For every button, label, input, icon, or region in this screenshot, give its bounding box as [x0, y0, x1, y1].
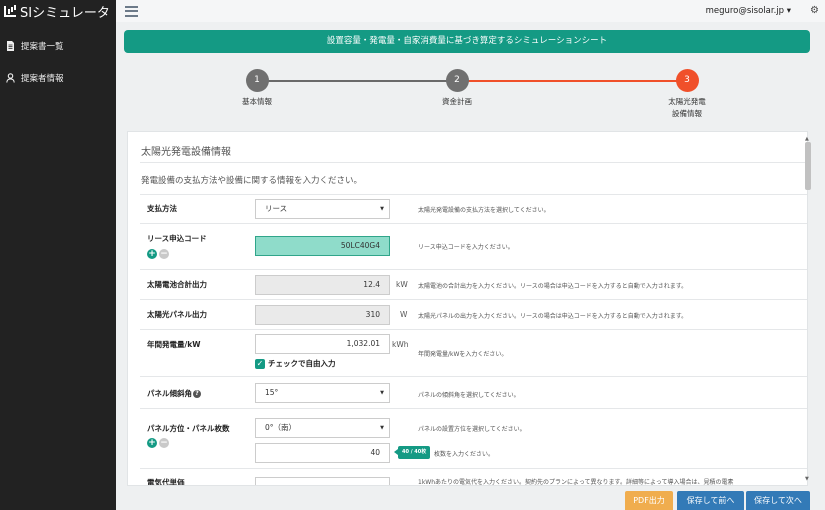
divider — [140, 376, 807, 377]
step-2[interactable]: 2 資金計画 — [392, 69, 522, 108]
document-icon — [7, 41, 14, 51]
annual-help: 年間発電量/kWを入力ください。 — [418, 351, 508, 358]
unit-price-help: 1kWhあたりの電気代を入力ください。契約先のプランによって異なります。詳細等に… — [418, 479, 734, 486]
tilt-select[interactable]: 15° ▼ — [255, 383, 390, 403]
chart-logo-icon — [4, 5, 16, 17]
app-title: SIシミュレータ — [20, 5, 110, 21]
step-label: 資金計画 — [442, 97, 472, 106]
azimuth-label: パネル方位・パネル枚数 — [147, 424, 230, 433]
check-icon: ✓ — [255, 358, 265, 369]
caret-down-icon: ▼ — [380, 390, 384, 396]
caret-down-icon: ▼ — [380, 206, 384, 212]
battery-label: 太陽電池合計出力 — [147, 280, 207, 289]
top-bar: meguro@sisolar.jp ▾ ⚙ — [116, 0, 825, 22]
step-label: 太陽光発電 — [668, 97, 706, 106]
pdf-export-button[interactable]: PDF出力 — [625, 491, 673, 510]
panel-count-badge: 40 / 40枚 — [393, 446, 431, 459]
scrollbar-thumb[interactable] — [805, 142, 811, 190]
divider — [140, 194, 807, 195]
step-1[interactable]: 1 基本情報 — [192, 69, 322, 108]
step-label: 基本情報 — [242, 97, 272, 106]
sidebar-item-label: 提案書一覧 — [21, 42, 64, 52]
azimuth-select[interactable]: 0°（南） ▼ — [255, 418, 390, 438]
battery-help: 太陽電池の合計出力を入力ください。リースの場合は申込コードを入力すると自動で入力… — [418, 283, 688, 290]
stepper: 1 基本情報 2 資金計画 3 太陽光発電 設備情報 — [116, 60, 825, 124]
panel-count-input[interactable]: 40 — [255, 443, 390, 463]
annual-generation-input[interactable]: 1,032.01 — [255, 334, 390, 354]
azimuth-value: 0°（南） — [265, 423, 297, 432]
save-prev-button[interactable]: 保存して前へ — [677, 491, 744, 510]
scroll-down-icon[interactable]: ▼ — [805, 476, 809, 482]
battery-unit: kW — [396, 280, 408, 289]
panel-output-unit: W — [400, 310, 408, 319]
annual-unit: kWh — [392, 340, 409, 349]
tilt-value: 15° — [265, 388, 279, 397]
panel-output-help: 太陽光パネルの出力を入力ください。リースの場合は申込コードを入力すると自動で入力… — [418, 313, 688, 320]
panel-output-label: 太陽光パネル出力 — [147, 310, 207, 319]
tilt-help: パネルの傾斜角を選択してください。 — [418, 392, 520, 399]
lease-code-controls: + − — [147, 249, 169, 259]
payment-select[interactable]: リース ▼ — [255, 199, 390, 219]
azimuth-help: パネルの設置方位を選択してください。 — [418, 426, 526, 433]
divider — [140, 329, 807, 330]
scrollbar[interactable]: ▲ ▼ — [804, 134, 812, 484]
sidebar-item-proposals[interactable]: 提案書一覧 — [0, 36, 116, 56]
form-card: 太陽光発電設備情報 発電設備の支払方法や設備に関する情報を入力ください。 支払方… — [127, 131, 808, 486]
divider — [140, 408, 807, 409]
app-brand[interactable]: SIシミュレータ — [0, 0, 116, 22]
sidebar: SIシミュレータ 提案書一覧 提案者情報 — [0, 0, 116, 510]
step-number: 3 — [675, 69, 699, 92]
banner: 設置容量・発電量・自家消費量に基づき算定するシミュレーションシート — [124, 30, 810, 53]
step-3[interactable]: 3 太陽光発電 設備情報 — [622, 69, 752, 120]
step-number: 1 — [245, 69, 269, 92]
azimuth-controls: + − — [147, 438, 169, 448]
user-menu[interactable]: meguro@sisolar.jp ▾ — [706, 0, 791, 22]
step-label-line2: 設備情報 — [672, 109, 702, 118]
payment-help: 太陽光発電設備の支払方法を選択してください。 — [418, 207, 550, 214]
tilt-label-text: パネル傾斜角 — [147, 389, 192, 398]
menu-icon[interactable] — [125, 5, 138, 17]
step-number: 2 — [445, 69, 469, 92]
divider — [140, 468, 807, 469]
payment-value: リース — [265, 204, 288, 213]
panel-count-help: 枚数を入力ください。 — [434, 451, 495, 458]
form-title: 太陽光発電設備情報 — [141, 147, 231, 158]
panel-output-input[interactable]: 310 — [255, 305, 390, 325]
lease-code-input[interactable]: 50LC40G4 — [255, 236, 390, 256]
add-icon[interactable]: + — [147, 438, 157, 448]
gear-icon[interactable]: ⚙ — [810, 5, 819, 16]
question-icon[interactable]: ? — [193, 390, 201, 398]
tilt-label: パネル傾斜角? — [147, 388, 201, 399]
save-next-button[interactable]: 保存して次へ — [746, 491, 810, 510]
free-input-checkbox[interactable]: ✓ チェックで自由入力 — [255, 358, 336, 369]
caret-down-icon: ▼ — [380, 425, 384, 431]
remove-icon[interactable]: − — [159, 438, 169, 448]
free-input-checkbox-label: チェックで自由入力 — [268, 359, 336, 368]
form-subtitle: 発電設備の支払方法や設備に関する情報を入力ください。 — [141, 176, 363, 186]
divider — [140, 299, 807, 300]
payment-label: 支払方法 — [147, 204, 177, 213]
sidebar-item-proposer[interactable]: 提案者情報 — [0, 68, 116, 88]
unit-price-label: 電気代単価 — [147, 478, 185, 486]
user-icon — [6, 73, 15, 83]
lease-code-help: リース申込コードを入力ください。 — [418, 244, 514, 251]
unit-price-input[interactable] — [255, 477, 390, 485]
lease-code-label: リース申込コード — [147, 234, 207, 243]
divider — [140, 269, 807, 270]
add-icon[interactable]: + — [147, 249, 157, 259]
annual-label: 年間発電量/kW — [147, 340, 201, 349]
battery-output-input[interactable]: 12.4 — [255, 275, 390, 295]
divider — [140, 162, 807, 163]
remove-icon[interactable]: − — [159, 249, 169, 259]
divider — [140, 223, 807, 224]
sidebar-item-label: 提案者情報 — [21, 74, 64, 84]
